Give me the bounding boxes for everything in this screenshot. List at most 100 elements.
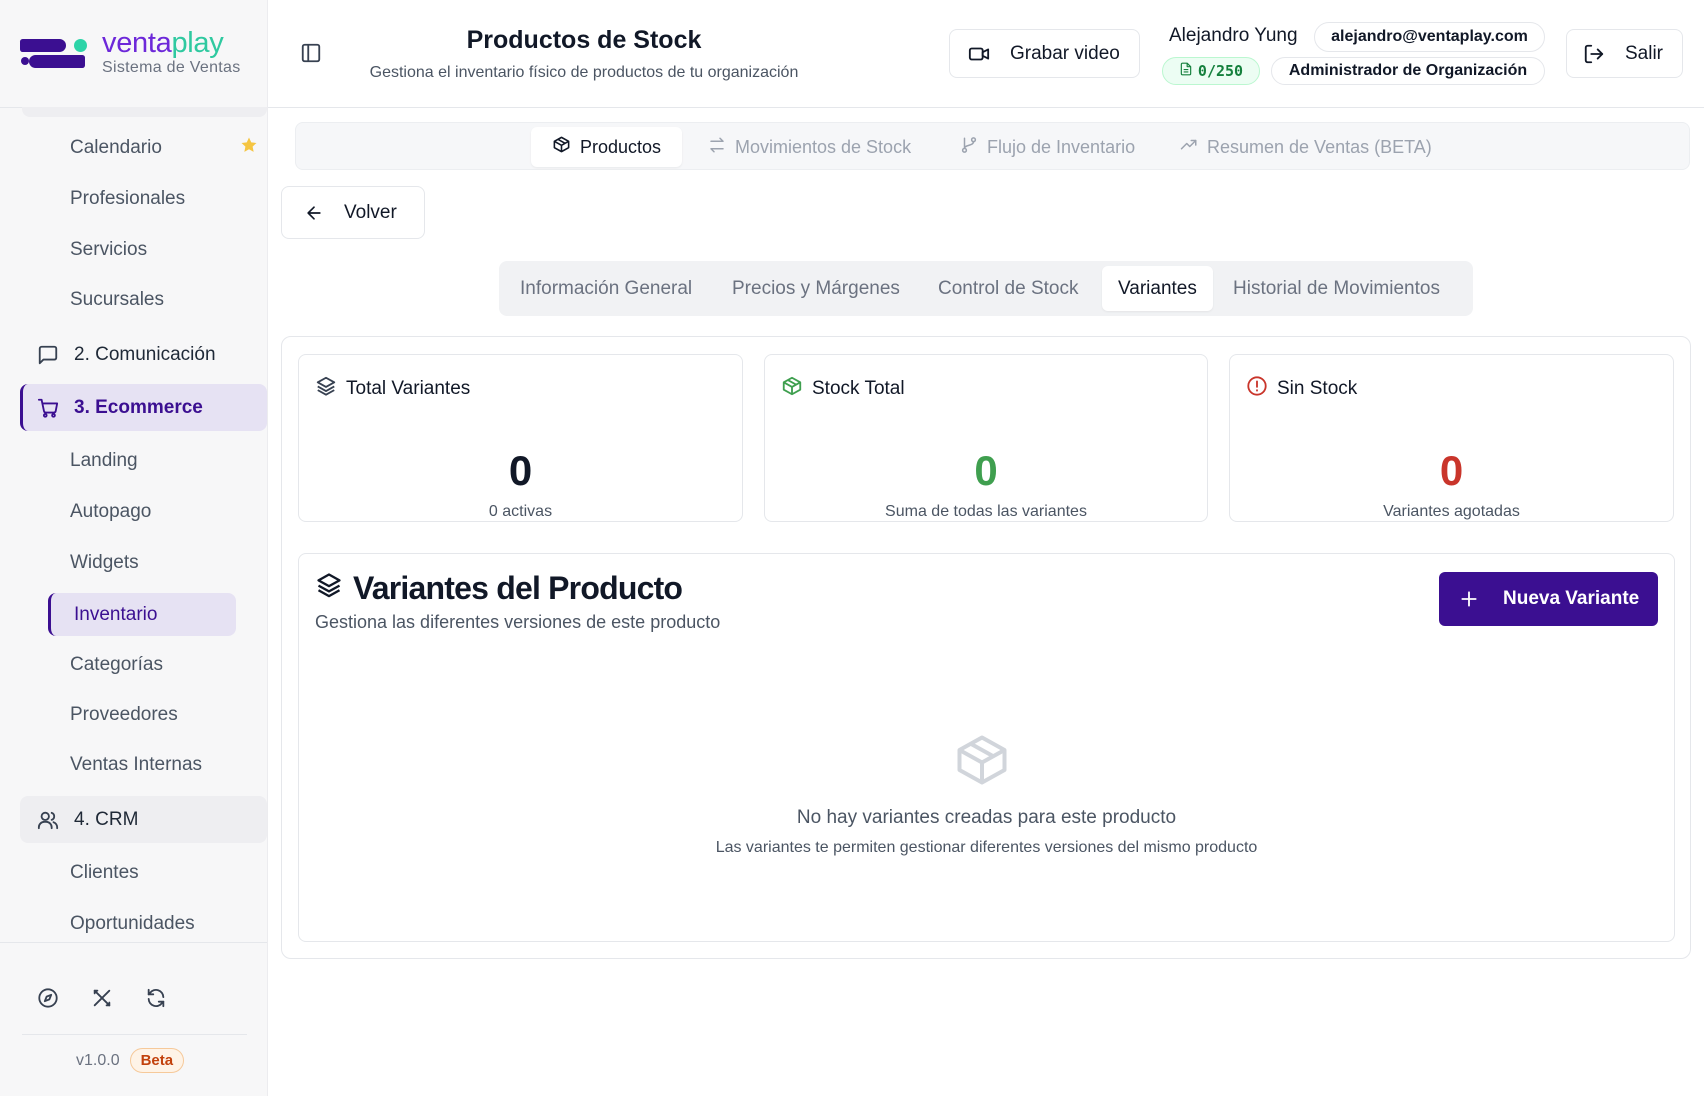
sidebar-section-label: 3. Ecommerce bbox=[74, 396, 203, 418]
layers-icon bbox=[315, 375, 337, 403]
tab-resumen-ventas[interactable]: Resumen de Ventas (BETA) bbox=[1180, 127, 1432, 167]
sidebar-section-crm[interactable]: 4. CRM bbox=[20, 796, 267, 843]
stat-value: 0 bbox=[508, 447, 533, 494]
tab-label: Movimientos de Stock bbox=[735, 136, 912, 157]
stat-note: Suma de todas las variantes bbox=[885, 503, 1087, 520]
tab-movimientos[interactable]: Movimientos de Stock bbox=[708, 127, 911, 167]
users-icon bbox=[36, 808, 60, 832]
sidebar-bottom-divider bbox=[0, 942, 267, 943]
app-version: v1.0.0 Beta bbox=[76, 1048, 185, 1073]
stat-value: 0 bbox=[1439, 447, 1464, 494]
trending-up-icon bbox=[1180, 136, 1198, 159]
empty-package-icon bbox=[952, 730, 1012, 795]
stat-title: Sin Stock bbox=[1277, 378, 1358, 399]
video-camera-icon bbox=[968, 43, 990, 65]
stat-note: 0 activas bbox=[488, 503, 553, 520]
sidebar-item-ventas-internas[interactable]: Ventas Internas bbox=[70, 750, 202, 780]
sidebar-section-label: 4. CRM bbox=[74, 808, 139, 830]
new-variant-label: Nueva Variante bbox=[1503, 588, 1640, 609]
logout-label: Salir bbox=[1625, 42, 1664, 64]
variants-panel: Total Variantes 0 0 activas Stock Total … bbox=[281, 336, 1691, 959]
variants-title: Variantes del Producto bbox=[353, 570, 683, 606]
stat-value: 0 bbox=[974, 447, 998, 494]
sidebar-toggle-icon[interactable] bbox=[300, 42, 322, 69]
product-sub-tabs: Información General Precios y Márgenes C… bbox=[499, 261, 1473, 316]
tab-informacion-general[interactable]: Información General bbox=[520, 266, 692, 311]
sidebar-item-oportunidades[interactable]: Oportunidades bbox=[70, 909, 195, 939]
back-label: Volver bbox=[344, 201, 397, 223]
sidebar-item-autopago[interactable]: Autopago bbox=[70, 497, 151, 527]
package-icon bbox=[781, 375, 803, 403]
tab-label: Productos bbox=[580, 136, 662, 157]
quota-value: 0/250 bbox=[1197, 62, 1244, 80]
page-subtitle: Gestiona el inventario físico de product… bbox=[369, 64, 799, 81]
new-variant-button[interactable]: Nueva Variante bbox=[1439, 572, 1658, 626]
tab-flujo[interactable]: Flujo de Inventario bbox=[960, 127, 1135, 167]
stat-title: Total Variantes bbox=[346, 378, 471, 399]
record-video-label: Grabar video bbox=[1010, 42, 1120, 64]
sidebar-item-profesionales[interactable]: Profesionales bbox=[70, 184, 185, 214]
star-icon[interactable] bbox=[240, 136, 258, 159]
beta-badge: Beta bbox=[129, 1048, 185, 1073]
tools-icon[interactable] bbox=[90, 986, 114, 1010]
version-label: v1.0.0 bbox=[76, 1051, 120, 1069]
tab-label: Resumen de Ventas (BETA) bbox=[1207, 136, 1432, 157]
sidebar-item-widgets[interactable]: Widgets bbox=[70, 548, 139, 578]
variants-subtitle: Gestiona las diferentes versiones de est… bbox=[315, 612, 721, 632]
arrows-icon bbox=[708, 136, 726, 159]
refresh-icon[interactable] bbox=[144, 986, 168, 1010]
user-name: Alejandro Yung bbox=[1169, 25, 1298, 46]
log-out-icon bbox=[1583, 43, 1605, 65]
tab-historial-movimientos[interactable]: Historial de Movimientos bbox=[1233, 266, 1440, 311]
file-icon bbox=[1179, 62, 1193, 80]
variants-card: Variantes del Producto Gestiona las dife… bbox=[298, 553, 1675, 942]
arrow-left-icon bbox=[304, 203, 324, 223]
sidebar-tools bbox=[36, 986, 168, 1010]
tab-variantes[interactable]: Variantes bbox=[1102, 266, 1213, 311]
sidebar-section-label: 2. Comunicación bbox=[74, 343, 216, 365]
sidebar-scroll-edge bbox=[22, 107, 267, 117]
brand-name: ventaplay bbox=[102, 27, 224, 59]
sidebar: ventaplay Sistema de Ventas Calendario P… bbox=[0, 0, 268, 1096]
logo-mark-icon bbox=[20, 32, 88, 74]
message-square-icon bbox=[36, 343, 60, 367]
brand-logo[interactable]: ventaplay Sistema de Ventas bbox=[20, 28, 241, 77]
shopping-cart-icon bbox=[36, 396, 60, 420]
sidebar-item-inventario[interactable]: Inventario bbox=[48, 593, 236, 636]
logout-button[interactable]: Salir bbox=[1566, 29, 1683, 78]
empty-state-subtitle: Las variantes te permiten gestionar dife… bbox=[715, 839, 1258, 856]
alert-circle-icon bbox=[1246, 375, 1268, 403]
sidebar-item-categorias[interactable]: Categorías bbox=[70, 650, 163, 680]
sidebar-item-proveedores[interactable]: Proveedores bbox=[70, 700, 178, 730]
sidebar-item-landing[interactable]: Landing bbox=[70, 446, 138, 476]
quota-badge: 0/250 bbox=[1162, 57, 1260, 85]
back-button[interactable]: Volver bbox=[281, 186, 425, 239]
sidebar-item-calendario[interactable]: Calendario bbox=[70, 133, 162, 163]
plus-icon bbox=[1459, 589, 1479, 609]
layers-icon bbox=[315, 570, 343, 607]
user-role-badge: Administrador de Organización bbox=[1271, 57, 1545, 85]
compass-icon[interactable] bbox=[36, 986, 60, 1010]
record-video-button[interactable]: Grabar video bbox=[949, 29, 1140, 78]
page-title: Productos de Stock bbox=[466, 26, 702, 54]
stat-card-total-variantes: Total Variantes 0 0 activas bbox=[298, 354, 743, 522]
stat-title: Stock Total bbox=[812, 378, 905, 399]
tab-productos[interactable]: Productos bbox=[531, 127, 683, 167]
sidebar-section-ecommerce[interactable]: 3. Ecommerce bbox=[20, 384, 267, 431]
user-email-badge: alejandro@ventaplay.com bbox=[1314, 22, 1545, 52]
sidebar-item-clientes[interactable]: Clientes bbox=[70, 858, 139, 888]
tab-precios-margenes[interactable]: Precios y Márgenes bbox=[732, 266, 900, 311]
tab-control-stock[interactable]: Control de Stock bbox=[938, 266, 1078, 311]
sidebar-section-comunicacion[interactable]: 2. Comunicación bbox=[20, 331, 267, 378]
package-icon bbox=[552, 135, 571, 159]
sidebar-item-servicios[interactable]: Servicios bbox=[70, 235, 147, 265]
sidebar-item-sucursales[interactable]: Sucursales bbox=[70, 285, 164, 315]
main-tabs: Productos Movimientos de Stock Flujo de … bbox=[295, 122, 1690, 170]
sidebar-footer-divider bbox=[22, 1034, 247, 1035]
brand-subtitle: Sistema de Ventas bbox=[102, 59, 241, 76]
tab-label: Flujo de Inventario bbox=[987, 136, 1136, 157]
stat-card-stock-total: Stock Total 0 Suma de todas las variante… bbox=[764, 354, 1208, 522]
stat-card-sin-stock: Sin Stock 0 Variantes agotadas bbox=[1229, 354, 1674, 522]
stat-note: Variantes agotadas bbox=[1383, 503, 1520, 520]
empty-state-title: No hay variantes creadas para este produ… bbox=[796, 807, 1177, 828]
